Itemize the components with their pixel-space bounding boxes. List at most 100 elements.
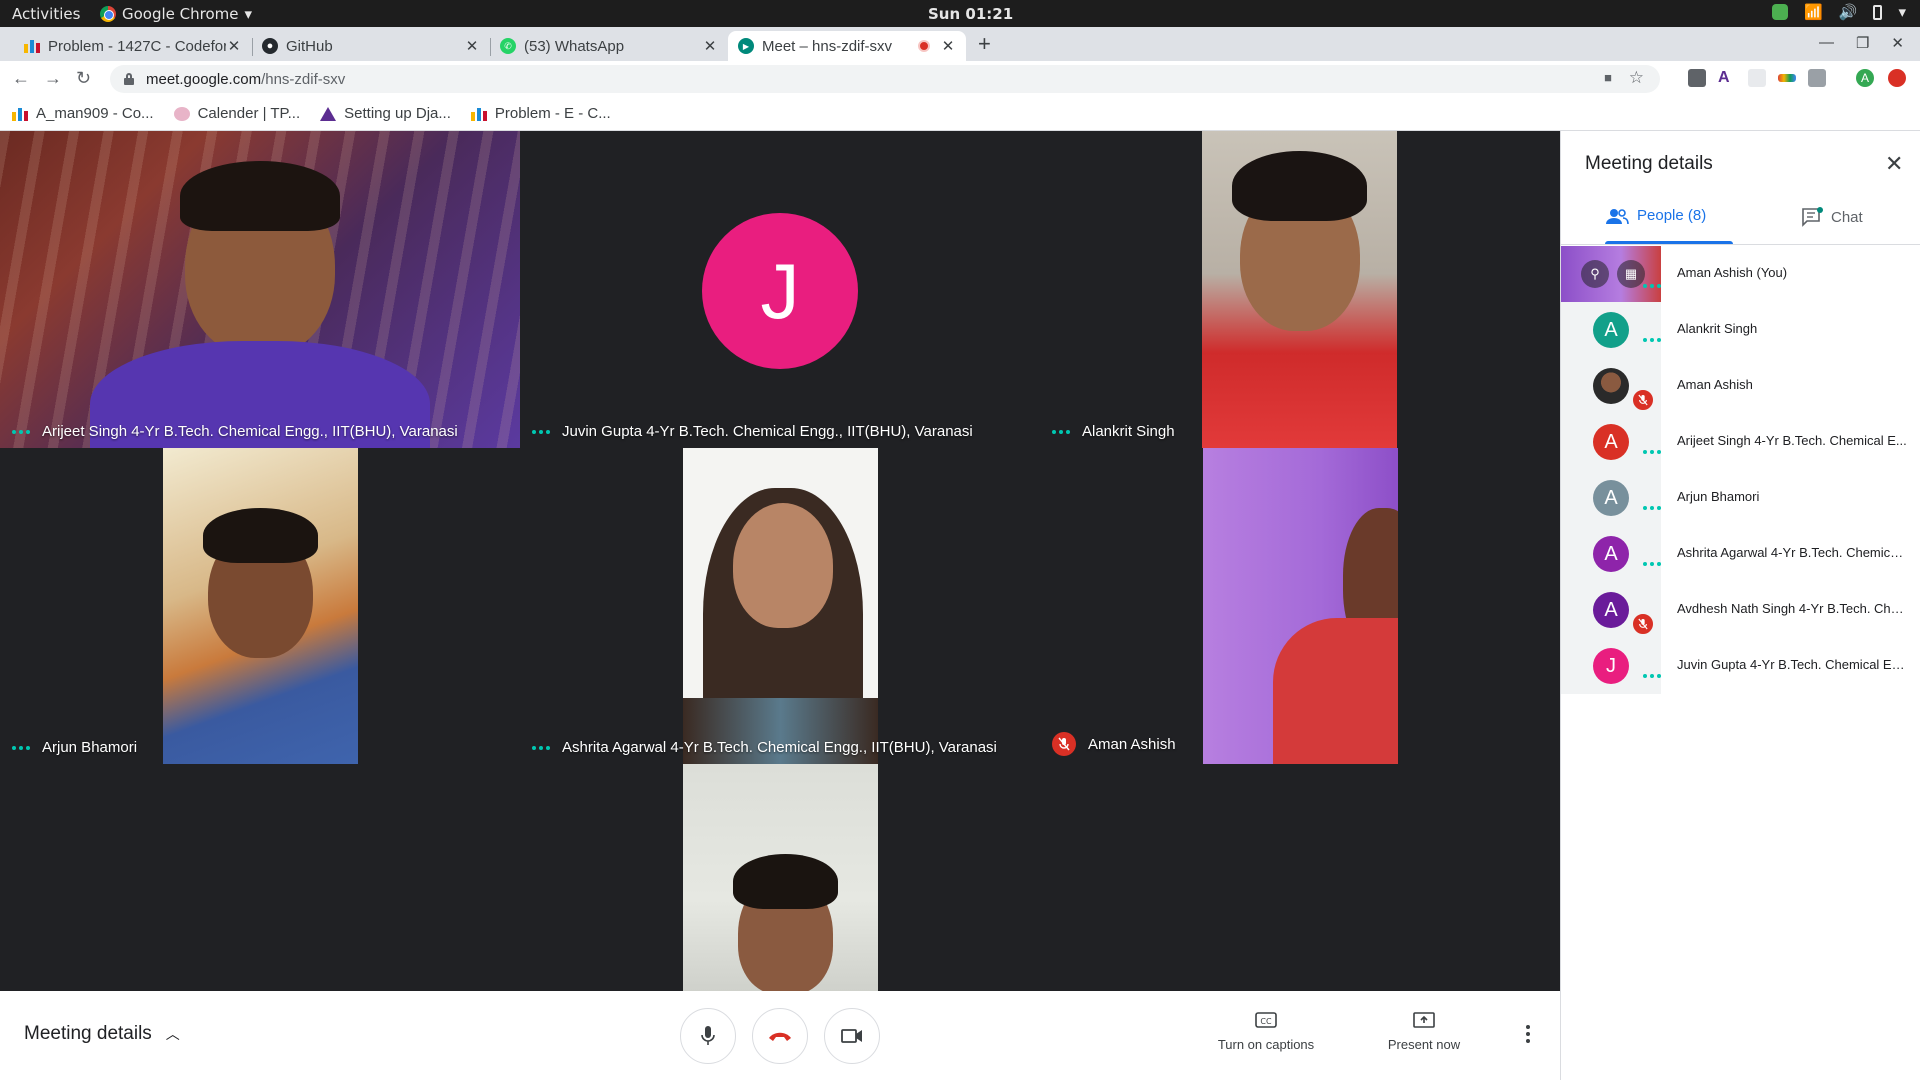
address-bar[interactable]: meet.google.com/hns-zdif-sxv ■ ☆: [110, 65, 1660, 93]
participant-list-name: Ashrita Agarwal 4-Yr B.Tech. Chemica...: [1677, 545, 1907, 560]
hair-shape: [1232, 151, 1367, 221]
participant-name: Arijeet Singh 4-Yr B.Tech. Chemical Engg…: [12, 423, 458, 440]
participant-row[interactable]: A Ashrita Agarwal 4-Yr B.Tech. Chemica..…: [1561, 526, 1920, 582]
tab-title: Meet – hns-zdif-sxv: [762, 37, 893, 55]
participant-name-text: Arijeet Singh 4-Yr B.Tech. Chemical Engg…: [42, 423, 458, 440]
participant-tile-self[interactable]: [468, 764, 1092, 991]
tab-github[interactable]: ● GitHub ✕: [252, 31, 490, 61]
participant-name: Ashrita Agarwal 4-Yr B.Tech. Chemical En…: [532, 739, 997, 756]
bookmark-item[interactable]: Problem - E - C...: [470, 105, 611, 122]
participant-row[interactable]: A Alankrit Singh: [1561, 302, 1920, 358]
browser-toolbar: ← → ↻ meet.google.com/hns-zdif-sxv ■ ☆ A…: [0, 61, 1920, 97]
shirt-shape: [1273, 618, 1398, 764]
participant-tile[interactable]: Arijeet Singh 4-Yr B.Tech. Chemical Engg…: [0, 131, 520, 448]
participant-tile[interactable]: Alankrit Singh: [1040, 131, 1560, 448]
tab-close-icon[interactable]: ✕: [226, 37, 242, 55]
meeting-details-label: Meeting details: [24, 1023, 152, 1044]
minimize-icon[interactable]: —: [1819, 34, 1834, 52]
participant-row[interactable]: ⚲ ▦ Aman Ashish (You): [1561, 246, 1920, 302]
speaking-indicator-icon: [12, 429, 30, 434]
reload-icon[interactable]: ↻: [76, 68, 91, 89]
camera-button[interactable]: [824, 1008, 880, 1064]
tab-close-icon[interactable]: ✕: [702, 37, 718, 55]
tab-chat[interactable]: Chat: [1801, 207, 1863, 227]
video-camera-icon: [841, 1029, 862, 1043]
tab-people[interactable]: People (8): [1605, 207, 1706, 224]
url-host: meet.google.com: [146, 70, 262, 88]
participant-row[interactable]: Aman Ashish: [1561, 358, 1920, 414]
speaking-indicator-icon: [1643, 506, 1661, 510]
participant-tile[interactable]: Arjun Bhamori: [0, 448, 520, 764]
participant-row[interactable]: A Arijeet Singh 4-Yr B.Tech. Chemical E.…: [1561, 414, 1920, 470]
extension-pen-icon[interactable]: [1688, 69, 1706, 87]
tab-title: (53) WhatsApp: [524, 37, 625, 55]
new-tab-button[interactable]: +: [978, 31, 991, 57]
extension-colors-icon[interactable]: [1778, 74, 1796, 82]
tab-whatsapp[interactable]: ✆ (53) WhatsApp ✕: [490, 31, 728, 61]
speaking-indicator-icon: [1643, 450, 1661, 454]
lock-icon[interactable]: [124, 73, 134, 85]
participant-name: Arjun Bhamori: [12, 739, 137, 756]
face-shape: [733, 503, 833, 628]
volume-icon: 🔊: [1838, 3, 1858, 21]
forward-arrow-icon[interactable]: →: [44, 68, 62, 89]
participant-name-text: Ashrita Agarwal 4-Yr B.Tech. Chemical En…: [562, 739, 997, 756]
participant-row[interactable]: A Arjun Bhamori: [1561, 470, 1920, 526]
participant-tile[interactable]: Ashrita Agarwal 4-Yr B.Tech. Chemical En…: [520, 448, 1040, 764]
participant-name: Aman Ashish: [1052, 732, 1176, 756]
participant-row[interactable]: A Avdhesh Nath Singh 4-Yr B.Tech. Che...: [1561, 582, 1920, 638]
extension-grey-icon[interactable]: [1748, 69, 1766, 87]
bookmark-item[interactable]: A_man909 - Co...: [12, 105, 154, 122]
tab-close-icon[interactable]: ✕: [940, 37, 956, 55]
participant-thumbnail: J: [1561, 638, 1661, 694]
mic-off-icon: [1052, 732, 1076, 756]
captions-button[interactable]: CC Turn on captions: [1206, 1011, 1326, 1052]
bookmark-label: Problem - E - C...: [494, 105, 611, 122]
pin-icon[interactable]: ⚲: [1581, 260, 1609, 288]
meet-icon: ▶: [738, 38, 754, 54]
present-now-button[interactable]: Present now: [1364, 1011, 1484, 1052]
close-icon[interactable]: ✕: [1885, 151, 1903, 177]
update-icon: [1772, 4, 1789, 20]
tab-close-icon[interactable]: ✕: [464, 37, 480, 55]
chrome-update-icon[interactable]: [1888, 69, 1906, 87]
tab-title: Problem - 1427C - Codefor: [48, 37, 226, 55]
more-options-icon[interactable]: [1526, 1025, 1530, 1043]
bookmark-label: Setting up Dja...: [344, 105, 451, 122]
tab-codeforces[interactable]: Problem - 1427C - Codefor ✕: [14, 31, 252, 61]
bookmark-item[interactable]: Setting up Dja...: [320, 105, 451, 122]
chrome-icon: [100, 6, 116, 22]
meeting-details-button[interactable]: Meeting details ︿: [24, 1023, 180, 1045]
captions-label: Turn on captions: [1217, 1037, 1315, 1052]
clock[interactable]: Sun 01:21: [928, 5, 1013, 23]
avatar: A: [1593, 480, 1629, 516]
avatar: J: [1593, 648, 1629, 684]
profile-avatar[interactable]: A: [1856, 69, 1874, 87]
participant-tile[interactable]: J Juvin Gupta 4-Yr B.Tech. Chemical Engg…: [520, 131, 1040, 448]
camera-icon[interactable]: ■: [1604, 70, 1612, 85]
mic-off-icon: [1631, 388, 1655, 412]
bookmark-item[interactable]: Calender | TP...: [173, 105, 300, 122]
activities-button[interactable]: Activities: [12, 5, 80, 23]
hair-shape: [203, 508, 318, 563]
microphone-button[interactable]: [680, 1008, 736, 1064]
app-menu[interactable]: Google Chrome ▾: [100, 5, 252, 23]
window-close-icon[interactable]: ✕: [1891, 34, 1904, 52]
extension-window-icon[interactable]: [1808, 69, 1826, 87]
participant-video: [163, 448, 358, 764]
extension-font-icon[interactable]: A: [1718, 69, 1736, 87]
call-controls-bar: Meeting details ︿ CC Turn on captions Pr…: [0, 991, 1560, 1080]
speaking-indicator-icon: [1643, 284, 1661, 288]
back-arrow-icon[interactable]: ←: [12, 68, 30, 89]
leave-call-button[interactable]: [752, 1008, 808, 1064]
participant-tile[interactable]: Aman Ashish: [1040, 448, 1560, 764]
codeforces-icon: [470, 107, 487, 121]
system-tray[interactable]: 📶 🔊 ▾: [1772, 3, 1906, 21]
grid-layout-icon[interactable]: ▦: [1617, 260, 1645, 288]
tab-meet[interactable]: ▶ Meet – hns-zdif-sxv ✕: [728, 31, 966, 61]
tab-strip: Problem - 1427C - Codefor ✕ ● GitHub ✕ ✆…: [0, 27, 1920, 61]
participant-row[interactable]: J Juvin Gupta 4-Yr B.Tech. Chemical En..…: [1561, 638, 1920, 694]
bookmark-star-icon[interactable]: ☆: [1629, 68, 1644, 88]
closed-captions-icon: CC: [1255, 1012, 1277, 1028]
restore-icon[interactable]: ❐: [1856, 34, 1869, 52]
